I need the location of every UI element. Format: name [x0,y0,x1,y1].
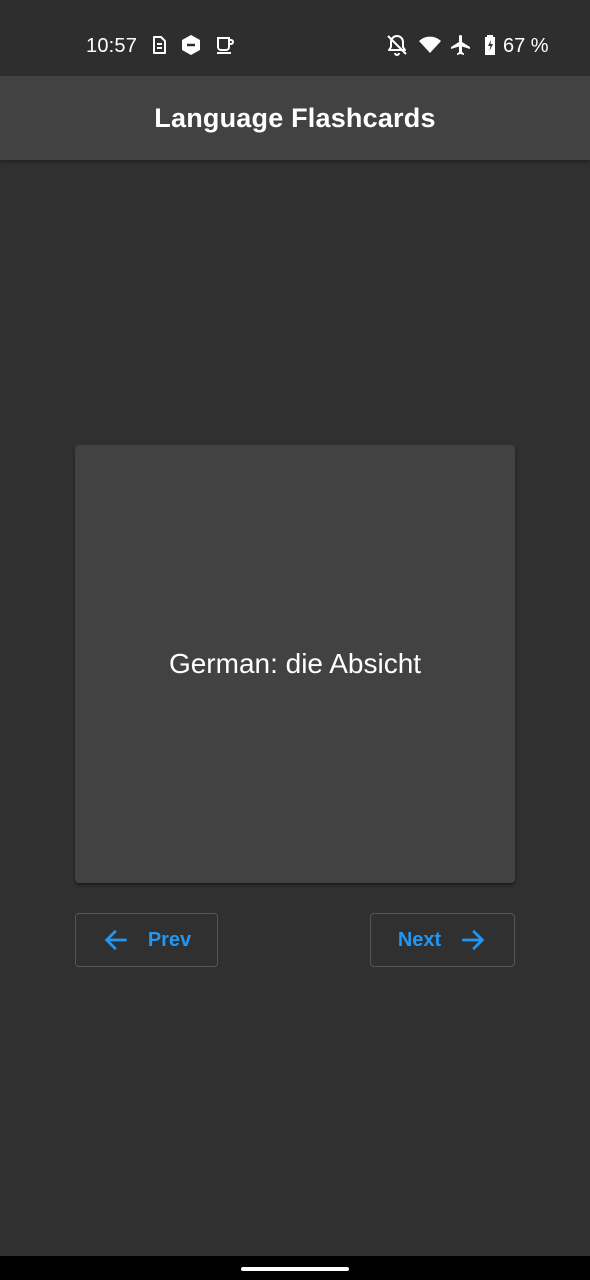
battery-icon [478,33,502,57]
arrow-left-icon [102,926,130,954]
wifi-icon [418,33,442,57]
coffee-icon [213,33,237,57]
flashcard[interactable]: German: die Absicht [75,445,515,883]
app-bar: Language Flashcards [0,76,590,160]
status-bar: 10:57 67 % [0,0,590,76]
screen: 10:57 67 % Language Flashcards German: d… [0,0,590,1280]
status-time: 10:57 [86,35,138,57]
battery-percent: 67 % [503,35,549,57]
next-button[interactable]: Next [370,913,515,967]
notifications-off-icon [385,33,409,57]
flashcard-text: German: die Absicht [168,648,422,679]
system-nav-bar [0,1256,590,1280]
arrow-right-icon [459,926,487,954]
gesture-handle[interactable] [241,1267,349,1271]
sim-icon [147,33,171,57]
app-hexagon-icon [179,33,203,57]
airplane-mode-icon [449,33,473,57]
prev-button-label: Prev [147,928,192,951]
app-title: Language Flashcards [154,103,436,133]
prev-button[interactable]: Prev [75,913,218,967]
next-button-label: Next [397,928,442,951]
